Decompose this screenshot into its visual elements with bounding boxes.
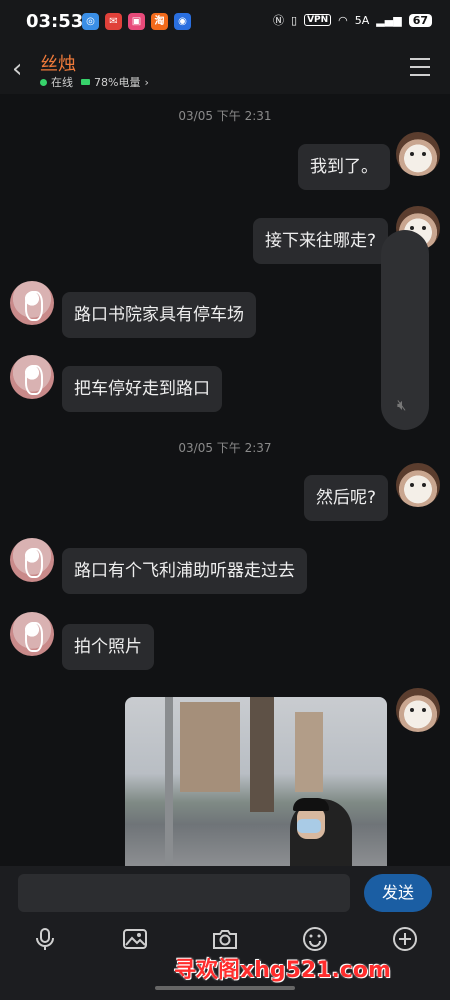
nfc-icon: Ⓝ	[273, 14, 284, 27]
message-bubble-sent[interactable]: 接下来往哪走?	[252, 218, 388, 264]
pole	[165, 697, 173, 867]
signal-icon: ▂▄▆	[376, 13, 402, 27]
wifi-icon: ◠	[338, 13, 348, 27]
online-dot-icon	[40, 78, 47, 86]
contact-status: 在线 78%电量 ›	[40, 74, 149, 90]
message-bubble-received[interactable]: 路口有个飞利浦助听器走过去	[62, 548, 307, 594]
status-time: 03:53	[26, 11, 84, 32]
image-icon[interactable]	[122, 926, 148, 952]
contact-avatar[interactable]	[10, 281, 54, 325]
microphone-icon[interactable]	[32, 926, 58, 952]
timestamp: 03/05 下午 2:37	[178, 441, 272, 455]
message-bubble-received[interactable]: 路口书院家具有停车场	[62, 292, 256, 338]
vibrate-icon: ▯	[291, 13, 298, 27]
mail-notification-icon: ✉	[105, 13, 122, 30]
contact-avatar[interactable]	[10, 355, 54, 399]
status-bar: 03:53 ◎ ✉ ▣ 淘 ◉ Ⓝ ▯ VPN ◠ 5A ▂▄▆ 67	[0, 0, 450, 44]
network-indicator: 5A	[354, 13, 370, 27]
building	[295, 712, 323, 792]
camera-icon[interactable]	[212, 926, 238, 952]
watermark: 寻欢阁xhg521.com	[174, 958, 391, 983]
my-avatar[interactable]	[396, 132, 440, 176]
back-icon[interactable]: ‹	[12, 54, 22, 84]
app-notification-icon: ◎	[82, 13, 99, 30]
mask	[297, 819, 321, 833]
building	[180, 702, 240, 792]
battery-icon	[81, 79, 90, 85]
my-avatar[interactable]	[396, 688, 440, 732]
chat-header: ‹ 丝烛 在线 78%电量 ›	[0, 44, 450, 94]
system-icons: Ⓝ ▯ VPN ◠ 5A ▂▄▆ 67	[273, 12, 432, 28]
my-avatar[interactable]	[396, 463, 440, 507]
composer-toolbar	[0, 926, 450, 952]
contact-avatar[interactable]	[10, 612, 54, 656]
timestamp: 03/05 下午 2:31	[178, 109, 272, 123]
plus-icon[interactable]	[392, 926, 418, 952]
home-indicator[interactable]	[155, 986, 295, 990]
message-bubble-sent[interactable]: 我到了。	[298, 144, 390, 190]
message-bubble-received[interactable]: 把车停好走到路口	[62, 366, 222, 412]
mute-icon[interactable]: 🔇︎	[397, 396, 406, 414]
notification-icons: ◎ ✉ ▣ 淘 ◉	[82, 13, 191, 30]
vpn-icon: VPN	[304, 14, 332, 26]
volume-panel[interactable]: 🔇︎	[381, 230, 429, 430]
contact-name[interactable]: 丝烛	[40, 50, 76, 76]
message-bubble-sent[interactable]: 然后呢?	[303, 475, 388, 521]
send-button[interactable]: 发送	[364, 874, 432, 912]
emoji-icon[interactable]	[302, 926, 328, 952]
message-bubble-received[interactable]: 拍个照片	[62, 624, 154, 670]
menu-icon[interactable]	[410, 58, 430, 82]
photo-message[interactable]	[125, 697, 387, 867]
app-notification-icon: ▣	[128, 13, 145, 30]
battery-text: 78%电量	[94, 76, 141, 89]
contact-avatar[interactable]	[10, 538, 54, 582]
online-label: 在线	[51, 76, 73, 89]
battery-indicator: 67	[408, 13, 432, 27]
message-input[interactable]	[18, 874, 350, 912]
taobao-notification-icon: 淘	[151, 13, 168, 30]
chevron-right-icon: ›	[144, 75, 149, 89]
cap	[293, 798, 329, 811]
app-notification-icon: ◉	[174, 13, 191, 30]
tree	[250, 697, 274, 812]
